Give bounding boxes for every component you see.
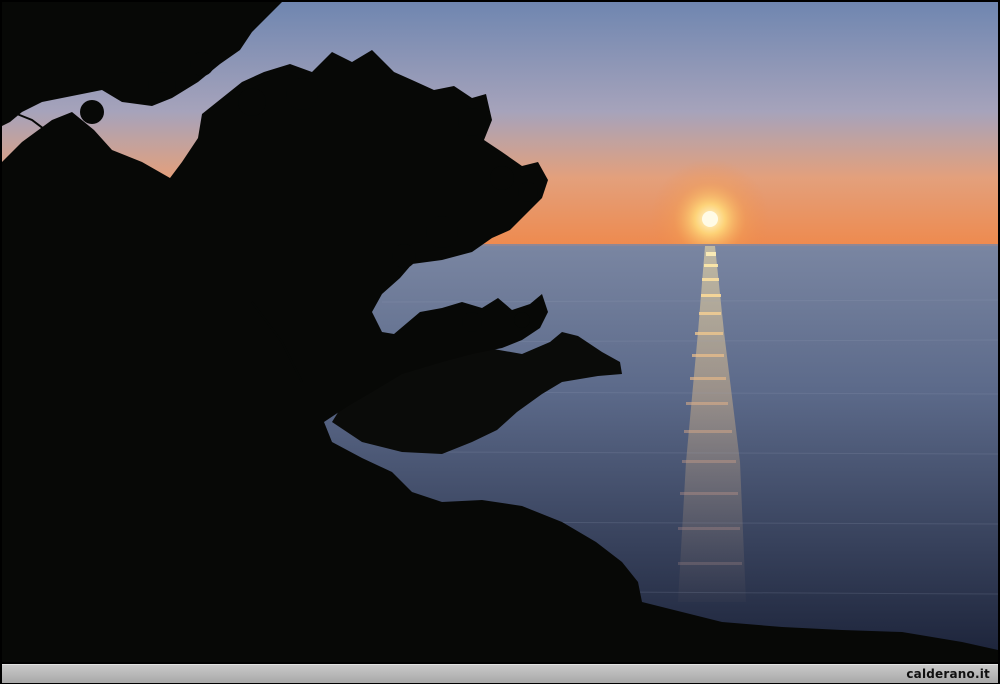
- site-watermark: calderano.it: [906, 667, 990, 681]
- photo-frame: calderano.it: [0, 0, 1000, 684]
- sunset-photo: [2, 2, 998, 662]
- sun: [702, 211, 718, 227]
- sunset-scene: [2, 2, 998, 662]
- caption-bar: calderano.it: [2, 664, 998, 683]
